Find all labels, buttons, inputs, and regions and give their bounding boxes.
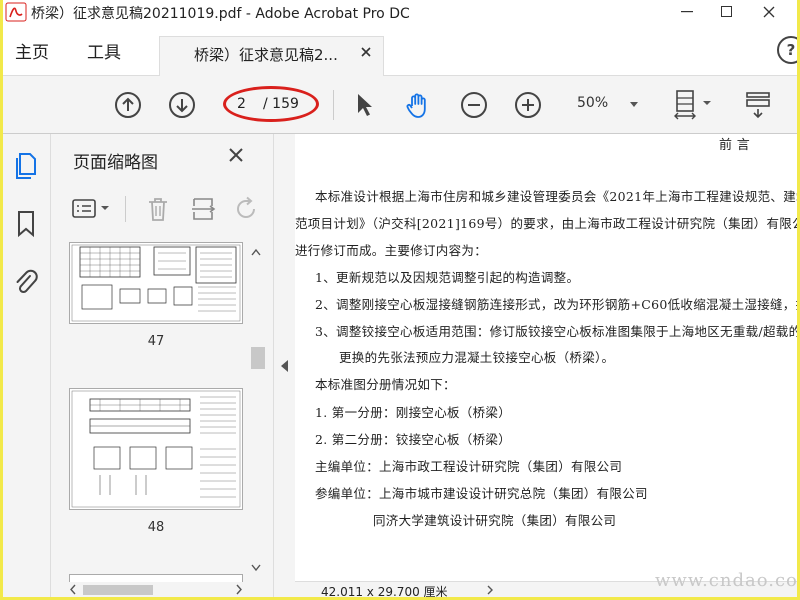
tab-home[interactable]: 主页 xyxy=(15,38,49,63)
panel-splitter[interactable] xyxy=(273,134,295,597)
scroll-mode-icon xyxy=(746,92,770,119)
thumbnail-toolbar xyxy=(65,188,265,228)
trash-icon xyxy=(149,198,167,221)
page-dimensions: 42.011 x 29.700 厘米 xyxy=(321,585,448,597)
thumbnail-options-button[interactable] xyxy=(71,194,115,224)
chevron-down-icon xyxy=(251,564,261,572)
close-icon xyxy=(229,148,243,162)
document-line: 2. 第二分册：铰接空心板（桥梁） xyxy=(315,432,512,447)
chevron-up-icon xyxy=(251,248,261,256)
chevron-right-icon xyxy=(236,584,242,595)
rotate-page-button[interactable] xyxy=(231,194,261,224)
help-button[interactable]: ? xyxy=(777,36,797,64)
panel-title: 页面缩略图 xyxy=(73,153,158,173)
document-heading: 前 言 xyxy=(719,138,751,153)
document-line: 进行修订而成。主要修订内容为： xyxy=(295,243,488,258)
scrollbar-thumb[interactable] xyxy=(83,585,153,595)
bookmarks-button[interactable] xyxy=(13,210,39,238)
previous-page-button[interactable] xyxy=(113,90,143,120)
close-window-button[interactable] xyxy=(751,0,787,24)
close-icon xyxy=(361,47,371,57)
zoom-in-button[interactable] xyxy=(513,90,543,120)
document-line: 1. 第一分册：刚接空心板（桥梁） xyxy=(315,405,512,420)
chevron-left-icon xyxy=(70,584,76,595)
insert-page-button[interactable] xyxy=(189,194,219,224)
document-line: 参编单位：上海市城市建设设计研究总院（集团）有限公司 xyxy=(315,486,648,501)
list-options-icon xyxy=(72,199,109,218)
document-line: 1、更新规范以及因规范调整引起的构造调整。 xyxy=(315,270,580,285)
fit-page-button[interactable] xyxy=(671,90,715,120)
fit-width-icon xyxy=(674,90,711,120)
thumbnail-list[interactable]: 47 48 xyxy=(65,242,267,597)
tab-tools[interactable]: 工具 xyxy=(87,38,121,63)
navigation-rail xyxy=(3,134,51,597)
thumbnail-label: 48 xyxy=(147,520,165,535)
chevron-right-icon xyxy=(487,585,493,595)
close-tab-button[interactable] xyxy=(361,42,371,61)
thumbnail-horizontal-scrollbar[interactable] xyxy=(65,582,247,597)
thumbnail-label: 47 xyxy=(147,334,165,349)
arrow-down-circle-icon xyxy=(169,92,195,118)
page-thumbnails-panel: 页面缩略图 47 48 xyxy=(51,134,273,597)
toolbar-divider xyxy=(333,90,334,120)
zoom-out-button[interactable] xyxy=(459,90,489,120)
close-panel-button[interactable] xyxy=(228,144,244,169)
collapse-panel-arrow-icon[interactable] xyxy=(281,360,288,372)
zoom-dropdown[interactable]: 50% xyxy=(577,95,647,117)
document-line: 2、调整刚接空心板湿接缝钢筋连接形式，改为环形钢筋+C60低收缩混凝土湿接缝，提… xyxy=(315,297,797,312)
page-thumbnail-48[interactable] xyxy=(69,388,243,510)
thumbnail-scrollbar[interactable] xyxy=(247,242,265,597)
cursor-arrow-icon xyxy=(358,94,372,116)
maximize-button[interactable] xyxy=(709,0,745,24)
drawing-preview-icon xyxy=(71,244,241,322)
maximize-icon xyxy=(721,6,732,17)
minimize-button[interactable] xyxy=(669,0,705,24)
scroll-mode-button[interactable] xyxy=(741,90,775,120)
red-highlight-annotation xyxy=(223,86,319,122)
scrollbar-thumb[interactable] xyxy=(251,347,265,369)
next-page-button[interactable] xyxy=(167,90,197,120)
page-thumbnail-47[interactable] xyxy=(69,242,243,324)
page-thumbnails-button[interactable] xyxy=(13,152,39,180)
document-line: 范项目计划》（沪交科[2021]169号）的要求，由上海市政工程设计研究院（集团… xyxy=(295,216,797,231)
hand-icon xyxy=(406,93,426,118)
title-bar: 桥梁）征求意见稿20211019.pdf - Adobe Acrobat Pro… xyxy=(3,0,797,24)
acrobat-logo-icon xyxy=(5,2,27,22)
acrobat-window: 桥梁）征求意见稿20211019.pdf - Adobe Acrobat Pro… xyxy=(3,0,797,597)
main-toolbar: 2 / 159 50% xyxy=(3,76,797,134)
document-line: 更换的先张法预应力混凝土铰接空心板（桥梁）。 xyxy=(339,350,615,365)
chevron-down-icon xyxy=(630,102,638,107)
tab-document[interactable]: 桥梁）征求意见稿2... xyxy=(159,36,384,76)
drawing-preview-icon xyxy=(71,390,241,508)
panel-divider xyxy=(125,196,126,222)
hand-tool-button[interactable] xyxy=(403,90,433,120)
document-tab-label: 桥梁）征求意见稿2... xyxy=(194,46,338,64)
window-title: 桥梁）征求意见稿20211019.pdf - Adobe Acrobat Pro… xyxy=(31,6,410,22)
document-line: 主编单位：上海市政工程设计研究院（集团）有限公司 xyxy=(315,459,623,474)
arrow-up-circle-icon xyxy=(115,92,141,118)
select-tool-button[interactable] xyxy=(349,90,379,120)
document-view[interactable]: 前 言 本标准设计根据上海市住房和城乡建设管理委员会《2021年上海市工程建设规… xyxy=(295,134,797,597)
minimize-icon xyxy=(681,11,693,13)
document-line: 本标准图分册情况如下： xyxy=(315,377,456,392)
attachments-button[interactable] xyxy=(13,268,39,296)
delete-page-button[interactable] xyxy=(143,194,173,224)
paperclip-icon xyxy=(16,269,38,294)
minus-circle-icon xyxy=(461,92,487,118)
rotate-icon xyxy=(237,196,255,218)
zoom-value: 50% xyxy=(577,95,609,111)
close-icon xyxy=(763,6,775,18)
tab-bar: 主页 工具 桥梁）征求意见稿2... ? xyxy=(3,24,797,76)
document-line: 3、调整铰接空心板适用范围：修订版铰接空心板标准图集限于上海地区无重载/超载的三… xyxy=(315,324,797,339)
site-watermark: www.cndao.com xyxy=(655,570,797,591)
bookmark-icon xyxy=(18,211,34,238)
page-thumbnails-icon xyxy=(16,153,36,179)
insert-page-icon xyxy=(192,198,216,220)
document-line: 同济大学建筑设计研究院（集团）有限公司 xyxy=(373,513,617,528)
plus-circle-icon xyxy=(515,92,541,118)
document-line: 本标准设计根据上海市住房和城乡建设管理委员会《2021年上海市工程建设规范、建筑… xyxy=(315,189,797,204)
